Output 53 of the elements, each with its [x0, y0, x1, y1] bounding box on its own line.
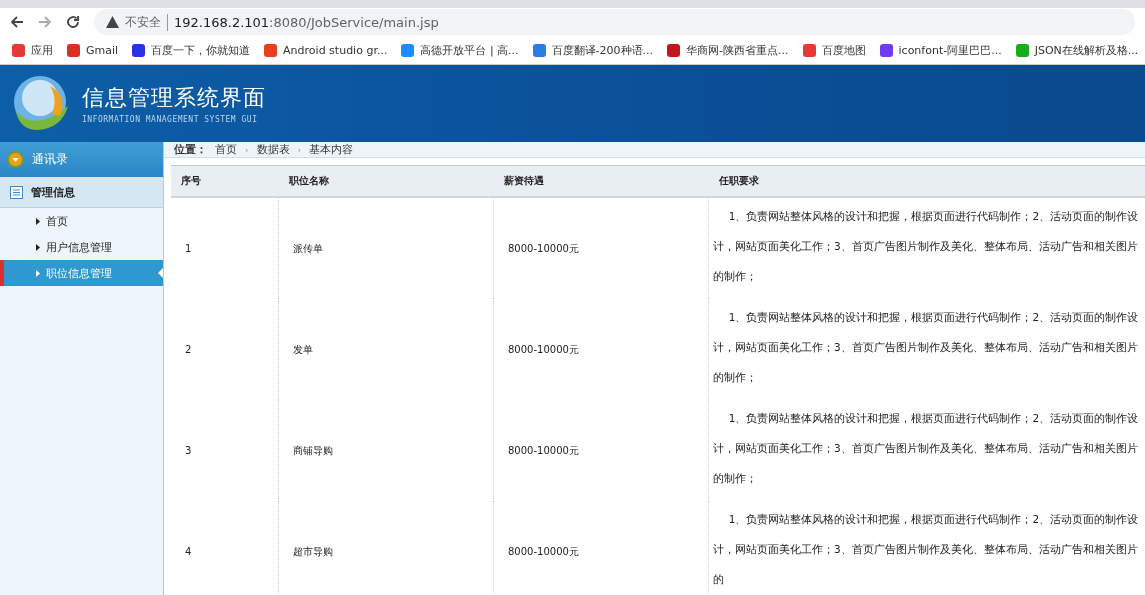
breadcrumb-link[interactable]: 首页	[215, 142, 237, 157]
table-cell-text: 1、负责网站整体风格的设计和把握，根据页面进行代码制作；2、活动页面的制作设计，网站页面美化工作；3、首页广告图片制作及美化、整体布局、活动广告和相关图片的制作；	[712, 411, 1140, 486]
bookmark[interactable]: 百度翻译-200种语...	[532, 42, 654, 58]
bookmark[interactable]: 百度地图	[802, 42, 866, 58]
table-cell: 8000-10000元	[494, 198, 709, 299]
table-cell: 8000-10000元	[494, 299, 709, 400]
bookmark[interactable]: JSON在线解析及格...	[1015, 42, 1139, 58]
address-bar[interactable]: 不安全 192.168.2.101:8080/JobService/main.jsp	[94, 9, 1135, 35]
table-cell: 8000-10000元	[494, 400, 709, 501]
table-cell-text: 1、负责网站整体风格的设计和把握，根据页面进行代码制作；2、活动页面的制作设计，网站页面美化工作；3、首页广告图片制作及美化、整体布局、活动广告和相关图片的制作；	[712, 209, 1140, 284]
table-cell: 派传单	[279, 198, 494, 299]
system-subtitle: INFORMATION MANAGEMENT SYSTEM GUI	[82, 115, 259, 124]
table-cell: 8000-10000元	[494, 501, 709, 595]
url-host: 192.168.2.101	[174, 14, 270, 30]
column-header: 薪资待遇	[503, 174, 545, 188]
sidebar-item[interactable]: 用户信息管理	[0, 234, 163, 260]
table-cell-text: 1、负责网站整体风格的设计和把握，根据页面进行代码制作；2、活动页面的制作设计，网站页面美化工作；3、首页广告图片制作及美化、整体布局、活动广告和相关图片的制作；	[712, 310, 1140, 385]
table-cell-text: 1、负责网站整体风格的设计和把握，根据页面进行代码制作；2、活动页面的制作设计，网站页面美化工作；3、首页广告图片制作及美化、整体布局、活动广告和相关图片的	[712, 512, 1140, 587]
breadcrumb-link[interactable]: 数据表	[256, 142, 290, 157]
bookmark[interactable]: Android studio gr...	[264, 43, 388, 57]
reload-icon[interactable]	[66, 15, 80, 29]
url-path: :8080/JobService/main.jsp	[269, 14, 439, 30]
warning-icon	[106, 16, 119, 28]
dropdown-circle-icon	[7, 151, 24, 168]
separator-icon: ›	[245, 144, 249, 155]
sidebar-group[interactable]: 管理信息	[0, 177, 163, 208]
table-cell: 商铺导购	[279, 400, 494, 501]
table-cell: 4	[171, 501, 279, 595]
back-icon[interactable]	[10, 15, 24, 29]
location-label: 位置：	[174, 142, 207, 157]
separator-icon: ›	[297, 144, 302, 155]
list-icon	[10, 185, 23, 199]
table-cell: 超市导购	[279, 501, 494, 595]
column-header: 序号	[180, 174, 202, 188]
bookmark[interactable]: 应用	[12, 42, 53, 58]
caret-icon	[36, 243, 40, 251]
breadcrumb-link[interactable]: 基本内容	[309, 142, 354, 157]
sidebar-item[interactable]: 首页	[0, 208, 163, 234]
table-cell: 发单	[279, 299, 494, 400]
caret-icon	[36, 269, 40, 277]
column-header: 任职要求	[718, 174, 760, 188]
table-cell: 3	[171, 400, 279, 501]
bookmark[interactable]: Gmail	[67, 43, 119, 57]
bookmark[interactable]: 高德开放平台 | 高...	[401, 42, 519, 58]
table-cell: 2	[171, 299, 279, 400]
bookmark[interactable]: 百度一下，你就知道	[132, 42, 251, 58]
table-cell: 1	[171, 198, 279, 299]
column-header: 职位名称	[288, 174, 330, 188]
bookmark[interactable]: 华商网-陕西省重点...	[667, 42, 789, 58]
security-label: 不安全	[125, 13, 168, 31]
bookmark[interactable]: iconfont-阿里巴巴...	[879, 42, 1002, 58]
system-title: 信息管理系统界面	[82, 84, 266, 112]
caret-icon	[36, 217, 40, 225]
